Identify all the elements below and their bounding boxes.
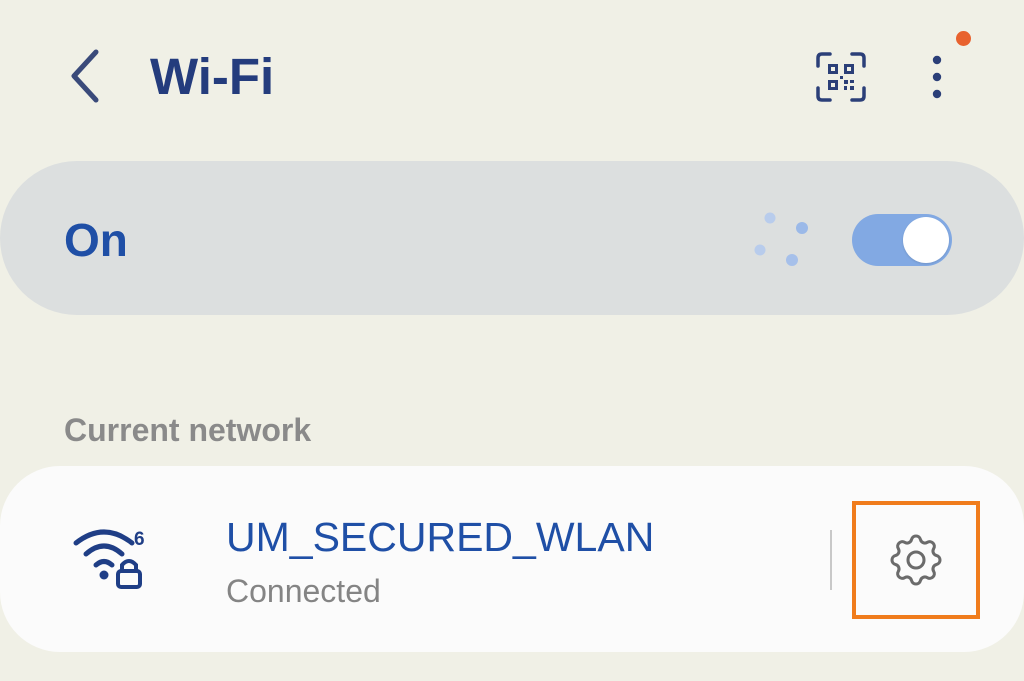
switch-thumb [903, 217, 949, 263]
wifi-settings-screen: Wi-Fi On Current network 6 UM_SECURED_WL… [0, 0, 1024, 681]
gear-icon [890, 534, 942, 586]
vertical-divider [830, 530, 832, 590]
qr-scan-button[interactable] [808, 44, 874, 110]
wifi-toggle-label: On [64, 214, 128, 266]
wifi-switch[interactable] [852, 214, 952, 266]
page-title: Wi-Fi [150, 48, 275, 105]
svg-text:6: 6 [134, 529, 145, 550]
chevron-left-icon [71, 49, 99, 103]
more-options-button[interactable] [912, 46, 962, 108]
section-header-current-network: Current network [64, 412, 312, 448]
network-settings-button[interactable] [880, 526, 952, 594]
qr-code-scan-icon [816, 52, 866, 102]
back-button[interactable] [58, 44, 110, 108]
notification-dot [956, 31, 971, 46]
network-name: UM_SECURED_WLAN [226, 514, 655, 560]
wifi-6-secured-icon: 6 [73, 529, 145, 589]
network-status: Connected [226, 573, 381, 609]
scanning-indicator-icon [754, 212, 808, 266]
more-vertical-icon [932, 55, 942, 99]
